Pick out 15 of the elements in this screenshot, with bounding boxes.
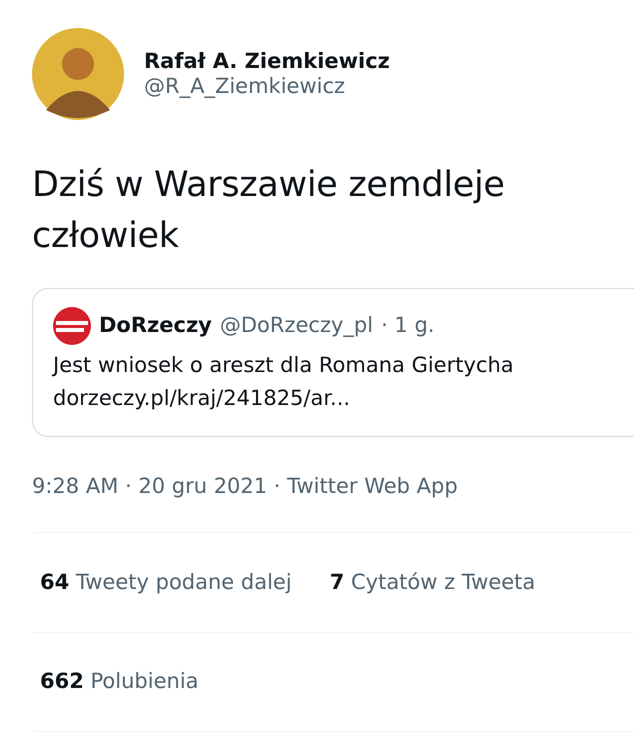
tweet-metadata: 9:28 AM · 20 gru 2021 · Twitter Web App xyxy=(32,472,459,500)
quoted-link[interactable]: dorzeczy.pl/kraj/241825/ar... xyxy=(53,382,634,416)
author-name[interactable]: Rafał A. Ziemkiewicz xyxy=(144,48,390,74)
quoted-tweet-card[interactable]: DoRzeczy @DoRzeczy_pl · 1 g. Jest wniosek o areszt dla Romana Giertycha dorzeczy.pl/kraj/241825/ar... xyxy=(32,288,634,437)
quoted-text: Jest wniosek o areszt dla Romana Giertycha xyxy=(53,352,515,378)
author-handle[interactable]: @R_A_Ziemkiewicz xyxy=(144,74,390,100)
stat-link[interactable]: 7 Cytatów z Tweeta xyxy=(330,566,536,598)
tweet-text: Dziś w Warszawie zemdleje człowiek xyxy=(32,164,506,258)
stat-link[interactable]: 64 Tweety podane dalej xyxy=(40,566,292,598)
stat-link[interactable]: 662 Polubienia xyxy=(40,666,199,698)
quoted-author-name: DoRzeczy xyxy=(99,312,212,339)
avatar-icon[interactable] xyxy=(32,28,124,120)
quoted-time: · 1 g. xyxy=(381,312,434,339)
logo-icon xyxy=(53,306,91,344)
quoted-author-handle: @DoRzeczy_pl xyxy=(220,312,374,339)
